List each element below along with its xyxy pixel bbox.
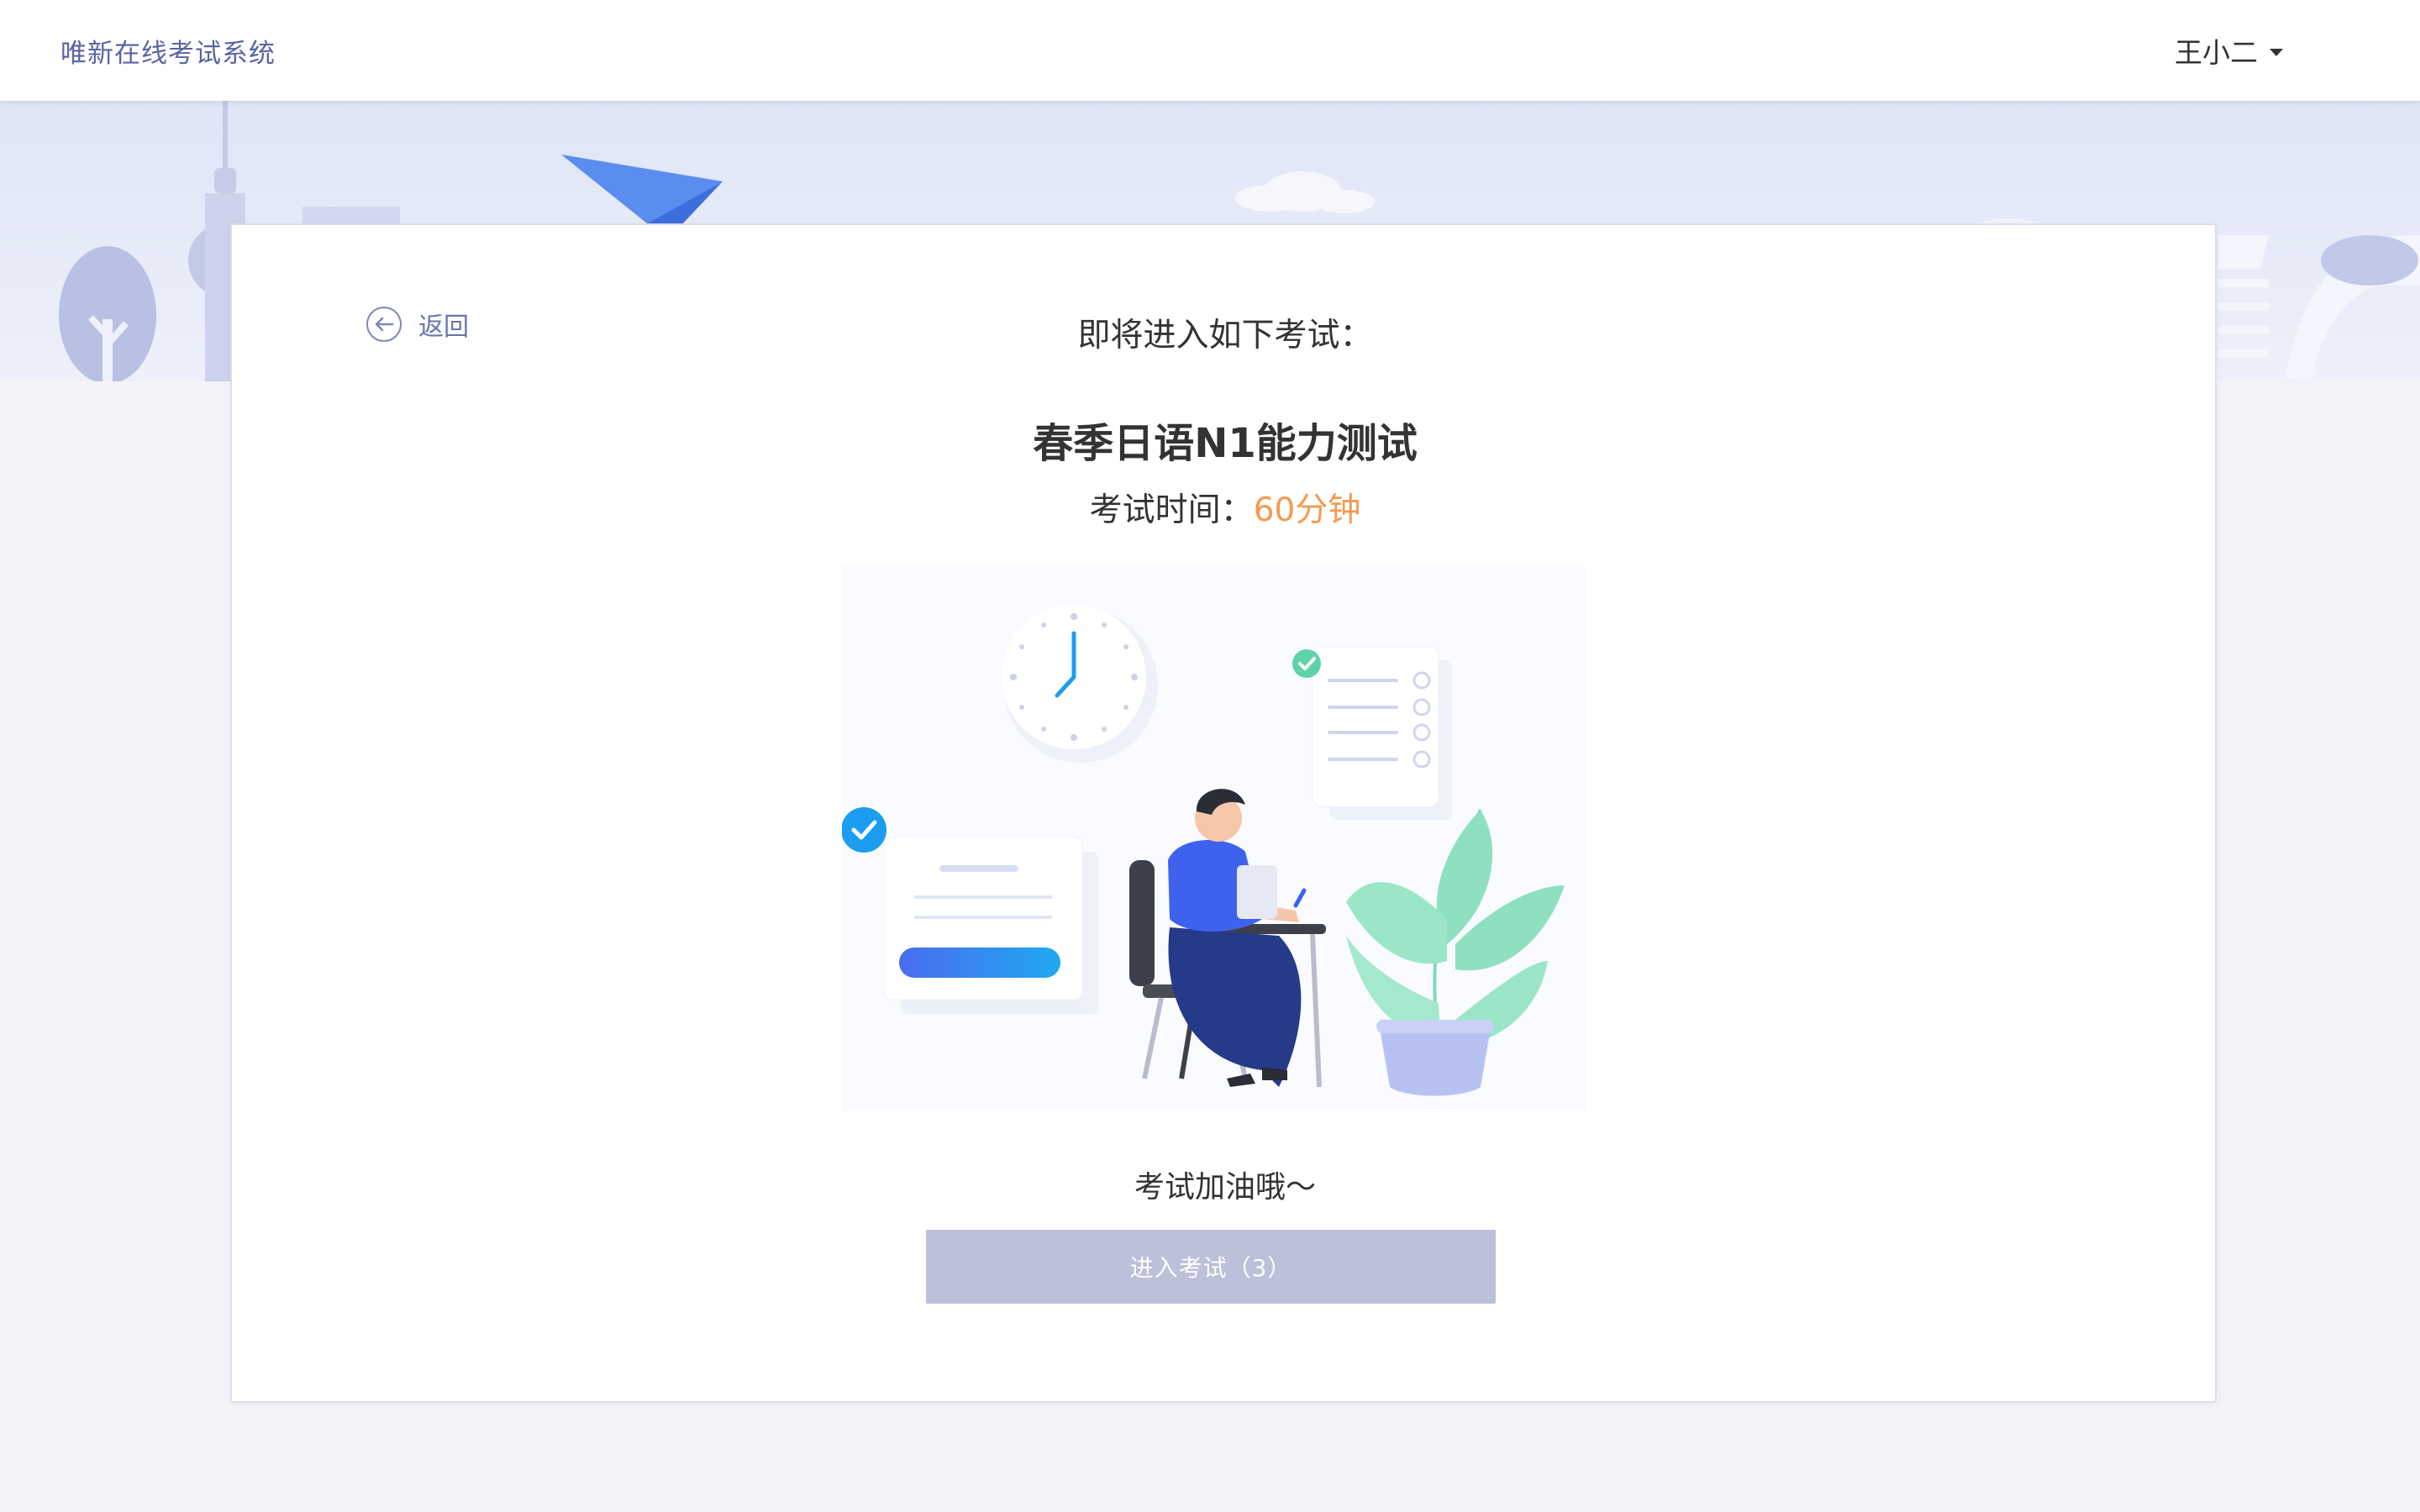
user-name[interactable]: 王小二 [2175, 30, 2258, 71]
exam-entry-card: 返回 即将进入如下考试： 春季日语N1能力测试 考试时间：60分钟 考试加油哦～… [230, 223, 2217, 1403]
enter-exam-button[interactable]: 进入考试（3） [926, 1230, 1496, 1304]
exam-duration: 考试时间：60分钟 [232, 484, 2218, 531]
top-header: 唯新在线考试系统 王小二 [0, 0, 2420, 101]
intro-text: 即将进入如下考试： [1077, 317, 1373, 354]
exam-duration-label: 考试时间： [1089, 491, 1254, 529]
encouragement-text: 考试加油哦～ [1134, 1170, 1316, 1205]
user-menu[interactable]: 王小二 [2175, 30, 2283, 71]
exam-illustration [842, 566, 1586, 1110]
caret-down-icon[interactable] [2270, 48, 2283, 56]
exam-duration-value: 60分钟 [1253, 491, 1361, 529]
brand-logo-text[interactable]: 唯新在线考试系统 [60, 32, 276, 70]
exam-title: 春季日语N1能力测试 [1033, 420, 1418, 467]
